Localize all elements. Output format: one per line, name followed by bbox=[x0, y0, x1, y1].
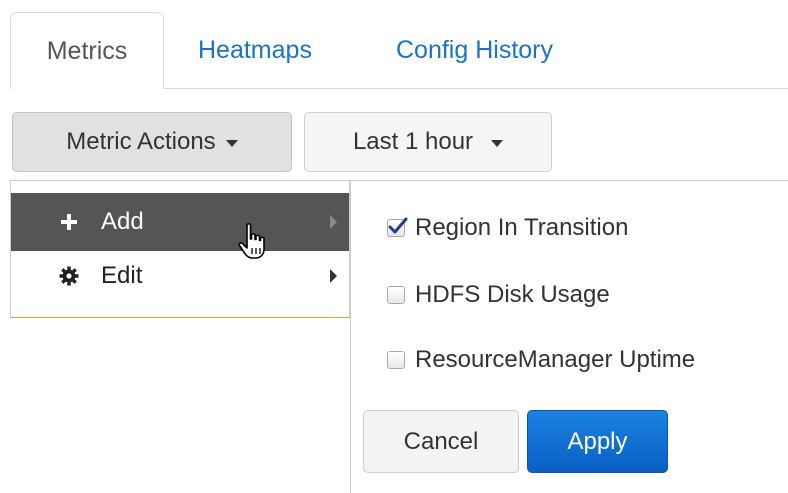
metric-actions-label: Metric Actions bbox=[66, 128, 216, 155]
add-metric-submenu: Region In Transition HDFS Disk Usage Res… bbox=[350, 180, 788, 493]
option-label: HDFS Disk Usage bbox=[415, 281, 610, 308]
caret-down-icon bbox=[491, 140, 504, 147]
menu-item-edit[interactable]: Edit bbox=[11, 247, 349, 305]
cancel-button[interactable]: Cancel bbox=[363, 410, 519, 473]
option-label: Region In Transition bbox=[415, 214, 629, 241]
checkbox-checked[interactable] bbox=[387, 217, 408, 237]
apply-button[interactable]: Apply bbox=[527, 410, 668, 473]
submenu-arrow-icon bbox=[330, 269, 337, 283]
time-range-label: Last 1 hour bbox=[352, 128, 474, 155]
gear-icon bbox=[55, 266, 83, 286]
option-region-in-transition[interactable]: Region In Transition bbox=[387, 211, 628, 245]
checkbox[interactable] bbox=[387, 351, 405, 369]
metrics-widget: Metrics Heatmaps Config History Metric A… bbox=[0, 0, 788, 493]
time-range-dropdown[interactable]: Last 1 hour bbox=[304, 112, 552, 172]
plus-icon bbox=[55, 212, 83, 232]
tab-config-history[interactable]: Config History bbox=[396, 12, 553, 89]
tab-bar: Metrics Heatmaps Config History bbox=[0, 0, 788, 90]
metric-actions-menu: Add Edit bbox=[10, 180, 350, 318]
checkbox[interactable] bbox=[387, 286, 405, 304]
metric-actions-button[interactable]: Metric Actions bbox=[12, 112, 292, 172]
menu-item-add[interactable]: Add bbox=[11, 193, 349, 251]
tab-heatmaps[interactable]: Heatmaps bbox=[198, 12, 312, 89]
submenu-arrow-icon bbox=[330, 215, 337, 229]
caret-down-icon bbox=[225, 140, 238, 147]
menu-item-edit-label: Edit bbox=[101, 262, 143, 289]
hand-pointer-cursor-icon bbox=[236, 222, 270, 262]
menu-item-add-label: Add bbox=[101, 208, 144, 235]
option-label: ResourceManager Uptime bbox=[415, 346, 696, 373]
option-resourcemanager-uptime[interactable]: ResourceManager Uptime bbox=[387, 343, 695, 377]
tab-metrics[interactable]: Metrics bbox=[10, 12, 164, 89]
option-hdfs-disk-usage[interactable]: HDFS Disk Usage bbox=[387, 278, 610, 312]
